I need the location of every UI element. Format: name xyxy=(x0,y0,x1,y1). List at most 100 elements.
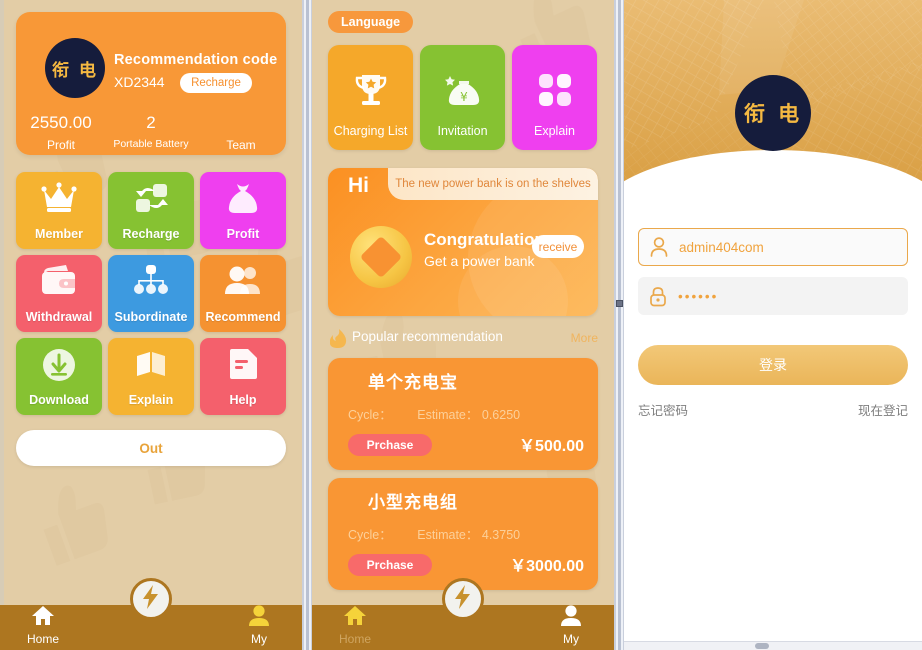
home-icon xyxy=(343,606,367,630)
book-icon xyxy=(108,348,194,380)
category-label: Charging List xyxy=(333,124,408,138)
product-name: 小型充电组 xyxy=(368,493,458,513)
product-price: ￥500.00 xyxy=(519,438,584,455)
charge-fab-button[interactable] xyxy=(442,578,484,620)
grid-icon xyxy=(512,73,597,107)
promo-banner[interactable]: The new power bank is on the shelves Hi … xyxy=(328,168,598,316)
tile-label: Withdrawal xyxy=(25,310,93,324)
purchase-button[interactable]: Prchase xyxy=(348,434,432,456)
tile-member[interactable]: Member xyxy=(16,172,102,249)
login-brand-logo: 衔 电 xyxy=(735,75,811,151)
nav-item-home[interactable]: Home xyxy=(320,605,390,646)
tile-explain[interactable]: Explain xyxy=(108,338,194,415)
nav-item-my[interactable]: My xyxy=(536,605,606,646)
promo-hi-label: Hi xyxy=(348,174,369,197)
tile-download[interactable]: Download xyxy=(16,338,102,415)
charge-fab-button[interactable] xyxy=(130,578,172,620)
stat-battery-value: 2 xyxy=(146,113,156,132)
product-card[interactable]: 小型充电组 Cycle： Estimate： 4.3750 Prchase ￥3… xyxy=(328,478,598,590)
category-explain[interactable]: Explain xyxy=(512,45,597,150)
receive-button[interactable]: receive xyxy=(532,235,584,258)
panel-scrollbar-1[interactable] xyxy=(302,0,312,650)
nav-my-label: My xyxy=(563,632,579,646)
stat-team-value xyxy=(196,112,286,134)
money-bag-icon: ¥ xyxy=(420,73,505,109)
stat-battery-label: Portable Battery xyxy=(113,138,189,150)
tile-profit[interactable]: Profit xyxy=(200,172,286,249)
product-cycle-label: Cycle： xyxy=(348,528,392,542)
svg-text:¥: ¥ xyxy=(460,90,468,104)
recharge-button[interactable]: Recharge xyxy=(180,73,252,93)
trophy-icon xyxy=(328,73,413,109)
three-panel-screenshot: 衔 电 Recommendation code XD2344 Recharge … xyxy=(0,0,922,650)
category-invitation[interactable]: ¥ Invitation xyxy=(420,45,505,150)
purchase-button[interactable]: Prchase xyxy=(348,554,432,576)
lock-icon xyxy=(638,286,678,307)
panel-left-edge xyxy=(0,0,4,650)
tile-label: Recommend xyxy=(205,310,281,324)
password-field[interactable]: •••••• xyxy=(638,277,908,315)
category-label: Invitation xyxy=(437,124,488,138)
lightning-icon xyxy=(454,584,472,614)
hierarchy-icon xyxy=(108,265,194,295)
logout-button[interactable]: Out xyxy=(16,430,286,466)
product-name: 单个充电宝 xyxy=(368,373,458,393)
product-card[interactable]: 单个充电宝 Cycle： Estimate： 0.6250 Prchase ￥5… xyxy=(328,358,598,470)
exchange-icon xyxy=(108,182,194,214)
scrollbar-thumb[interactable] xyxy=(616,300,623,307)
product-meta: Cycle： Estimate： 0.6250 xyxy=(348,404,584,423)
coin-icon xyxy=(350,226,412,288)
panel-scrollbar-2[interactable] xyxy=(614,0,624,650)
popular-heading: Popular recommendation xyxy=(352,329,503,344)
stat-profit-label: Profit xyxy=(46,138,75,152)
forgot-password-link[interactable]: 忘记密码 xyxy=(638,400,688,419)
tile-label: Subordinate xyxy=(114,310,188,324)
promo-subtitle: Get a power bank xyxy=(424,253,535,269)
crown-icon xyxy=(16,182,102,212)
lightning-icon xyxy=(142,584,160,614)
tile-help[interactable]: Help xyxy=(200,338,286,415)
wallet-icon xyxy=(16,265,102,295)
tile-recharge[interactable]: Recharge xyxy=(108,172,194,249)
tile-label: Member xyxy=(35,227,83,241)
tile-label: Download xyxy=(29,393,89,407)
nav-home-label: Home xyxy=(26,632,59,646)
tile-subordinate[interactable]: Subordinate xyxy=(108,255,194,332)
product-price: ￥3000.00 xyxy=(510,558,584,575)
stat-team-label: Team xyxy=(226,138,256,152)
promo-ribbon-text: The new power bank is on the shelves xyxy=(388,168,598,200)
category-row: Charging List ¥ Invitation Explain xyxy=(328,45,598,150)
tile-label: Explain xyxy=(128,393,174,407)
username-field[interactable]: admin404com xyxy=(638,228,908,266)
users-icon xyxy=(200,265,286,295)
product-estimate-value: 4.3750 xyxy=(481,528,521,542)
tile-recommend[interactable]: Recommend xyxy=(200,255,286,332)
scrollbar-thumb[interactable] xyxy=(755,643,770,649)
recommendation-code-value: XD2344 xyxy=(114,74,165,90)
password-value: •••••• xyxy=(678,288,719,304)
tile-label: Recharge xyxy=(122,227,180,241)
login-panel: 衔 电 admin404com •••••• 登录 忘记密码 现在登记 xyxy=(624,0,922,650)
language-button[interactable]: Language xyxy=(328,11,414,33)
category-charging-list[interactable]: Charging List xyxy=(328,45,413,150)
profile-panel: 衔 电 Recommendation code XD2344 Recharge … xyxy=(0,0,302,650)
user-icon xyxy=(247,605,271,630)
tile-withdrawal[interactable]: Withdrawal xyxy=(16,255,102,332)
product-meta: Cycle： Estimate： 4.3750 xyxy=(348,524,584,543)
login-submit-button[interactable]: 登录 xyxy=(638,345,908,385)
stat-team: Team xyxy=(196,112,286,152)
tile-label: Help xyxy=(229,393,257,407)
user-icon xyxy=(639,237,679,257)
home-panel: Language Charging List ¥ Invitation Expl… xyxy=(312,0,614,650)
horizontal-scrollbar[interactable] xyxy=(624,641,922,650)
user-icon xyxy=(559,605,583,630)
nav-item-my[interactable]: My xyxy=(224,605,294,646)
flame-icon xyxy=(329,329,347,353)
nav-home-label: Home xyxy=(338,632,371,646)
stat-profit: 2550.00 Profit xyxy=(16,112,106,152)
register-link[interactable]: 现在登记 xyxy=(858,400,908,419)
nav-item-home[interactable]: Home xyxy=(8,605,78,646)
more-link[interactable]: More xyxy=(571,331,598,345)
nav-my-label: My xyxy=(251,632,267,646)
product-estimate-label: Estimate： xyxy=(417,408,479,422)
